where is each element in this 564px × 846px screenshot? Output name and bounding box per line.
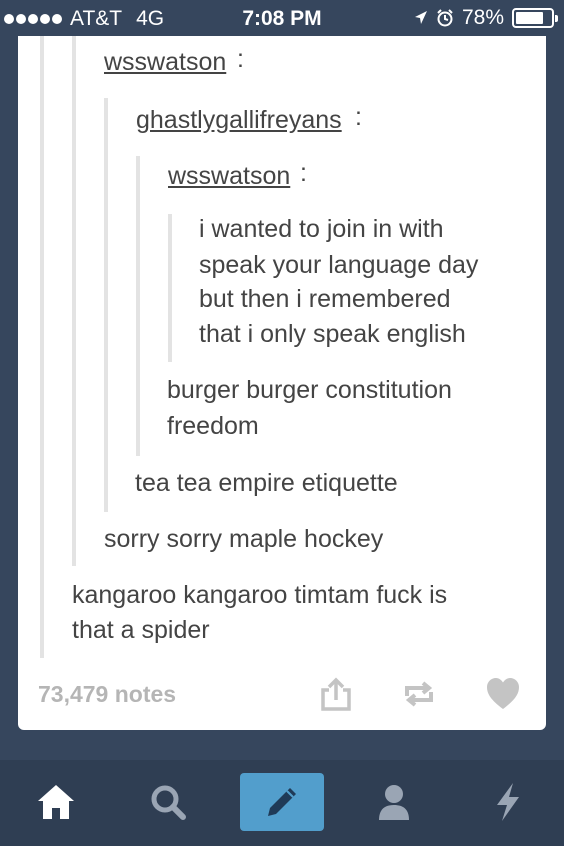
post-card: wsswatson : ghastlygallifreyans : wsswat… bbox=[18, 36, 546, 730]
username-colon: : bbox=[237, 45, 244, 73]
battery-fill bbox=[516, 12, 543, 24]
username-link[interactable]: wsswatson bbox=[104, 48, 226, 77]
quote-line: but then i remembered bbox=[199, 285, 451, 313]
share-button[interactable] bbox=[318, 676, 354, 712]
reblog-icon bbox=[405, 681, 433, 707]
person-icon bbox=[379, 785, 409, 820]
reblog-bar-3 bbox=[104, 98, 108, 512]
home-icon bbox=[38, 785, 74, 819]
reply-line: kangaroo kangaroo timtam fuck is bbox=[72, 581, 448, 609]
tab-search[interactable] bbox=[140, 774, 196, 830]
username-colon: : bbox=[355, 103, 362, 131]
alarm-icon bbox=[437, 9, 453, 27]
status-bar: AT&T 4G 7:08 PM 78% bbox=[0, 0, 564, 36]
tab-activity[interactable] bbox=[480, 774, 536, 830]
username-link[interactable]: wsswatson bbox=[168, 162, 290, 191]
heart-icon bbox=[487, 678, 519, 709]
battery-icon bbox=[512, 8, 558, 28]
lightning-icon bbox=[497, 783, 519, 821]
reblog-bar-5 bbox=[168, 214, 172, 362]
username-colon: : bbox=[300, 159, 307, 187]
reblog-button[interactable] bbox=[401, 676, 437, 712]
reply-line: sorry sorry maple hockey bbox=[104, 525, 384, 553]
reply-line: freedom bbox=[167, 412, 259, 440]
quote-line: i wanted to join in with bbox=[199, 215, 444, 243]
status-right: 78% bbox=[414, 6, 558, 30]
username-link[interactable]: ghastlygallifreyans bbox=[136, 106, 342, 135]
reblog-bar-1 bbox=[40, 36, 44, 658]
tab-compose[interactable] bbox=[240, 773, 324, 831]
tab-bar bbox=[0, 760, 564, 846]
reply-line: burger burger constitution bbox=[167, 376, 452, 404]
reblog-bar-4 bbox=[136, 156, 140, 456]
reply-line: that a spider bbox=[72, 616, 210, 644]
reblog-bar-2 bbox=[72, 36, 76, 566]
search-icon bbox=[151, 785, 186, 820]
notes-count[interactable]: 73,479 notes bbox=[38, 681, 176, 708]
quote-line: speak your language day bbox=[199, 251, 479, 279]
tab-account[interactable] bbox=[366, 774, 422, 830]
like-button[interactable] bbox=[485, 676, 521, 712]
battery-percent: 78% bbox=[461, 6, 504, 29]
reply-line: tea tea empire etiquette bbox=[135, 469, 398, 497]
pencil-icon bbox=[268, 788, 296, 816]
quote-line: that i only speak english bbox=[199, 320, 466, 348]
location-arrow-icon bbox=[414, 11, 427, 24]
tab-home[interactable] bbox=[28, 774, 84, 830]
share-icon bbox=[321, 677, 351, 711]
